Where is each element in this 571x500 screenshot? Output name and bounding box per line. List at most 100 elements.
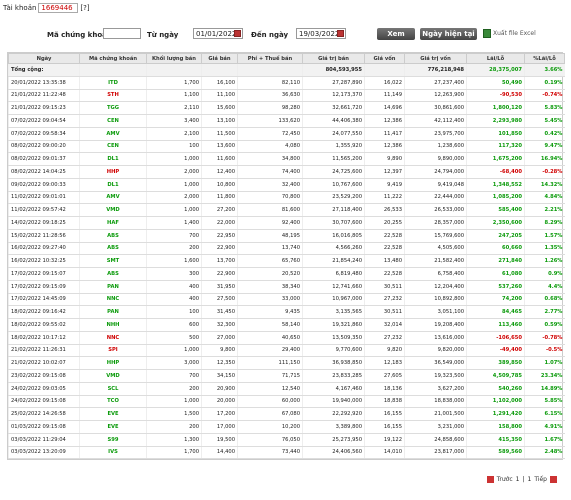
- cell-quantity: 3,000: [146, 356, 202, 370]
- cell-sell-price: 12,350: [201, 356, 238, 370]
- col-header: Lãi/Lỗ: [466, 53, 525, 64]
- cell-symbol[interactable]: ABS: [79, 267, 147, 281]
- cell-symbol[interactable]: NHH: [79, 318, 147, 332]
- cell-symbol[interactable]: IVS: [79, 446, 147, 460]
- next-page-link[interactable]: Tiếp: [534, 476, 547, 483]
- cell-symbol[interactable]: CEN: [79, 114, 147, 128]
- cell-symbol[interactable]: EVE: [79, 420, 147, 434]
- cell-profit-loss-pct: 8.29%: [524, 216, 565, 230]
- cell-profit-loss: 247,205: [466, 229, 525, 243]
- cell-sell-value: 16,016,805: [302, 229, 365, 243]
- cell-date: 15/02/2022 11:28:56: [8, 229, 80, 243]
- cell-symbol[interactable]: PAN: [79, 280, 147, 294]
- cell-symbol[interactable]: SMT: [79, 254, 147, 268]
- cell-symbol[interactable]: STH: [79, 89, 147, 103]
- cell-symbol[interactable]: S99: [79, 433, 147, 447]
- cell-profit-loss: 540,260: [466, 382, 525, 396]
- col-header: Mã chứng khoán: [79, 53, 147, 64]
- cell-sell-price: 20,900: [201, 382, 238, 396]
- cell-date: 18/02/2022 09:55:02: [8, 318, 80, 332]
- cell-date: 11/02/2022 09:01:01: [8, 191, 80, 205]
- prev-arrow-icon[interactable]: [486, 476, 494, 483]
- cell-symbol[interactable]: TGG: [79, 101, 147, 115]
- cell-sell-price: 34,150: [201, 369, 238, 383]
- from-date-value: 01/01/2022: [196, 30, 237, 38]
- from-date-input[interactable]: 01/01/2022: [193, 28, 243, 39]
- cell-sell-value: 32,661,720: [302, 101, 365, 115]
- cell-sell-value: 11,565,200: [302, 152, 365, 166]
- cell-fee-tax: 71,715: [237, 369, 303, 383]
- cell-sell-price: 22,000: [201, 216, 238, 230]
- cell-quantity: 500: [146, 331, 202, 345]
- cell-symbol[interactable]: DL1: [79, 178, 147, 192]
- cell-symbol[interactable]: VMD: [79, 369, 147, 383]
- cell-symbol[interactable]: VMD: [79, 203, 147, 217]
- cell-sell-value: 3,135,565: [302, 305, 365, 319]
- cell-profit-loss: 1,800,120: [466, 101, 525, 115]
- cell-fee-tax: 10,200: [237, 420, 303, 434]
- cell-symbol[interactable]: EVE: [79, 407, 147, 421]
- export-excel-link[interactable]: Xuất file Excel: [483, 29, 536, 38]
- cell-symbol[interactable]: AMV: [79, 191, 147, 205]
- cell-profit-loss: 585,400: [466, 203, 525, 217]
- cell-cost-price: 12,386: [364, 140, 405, 154]
- cell-symbol[interactable]: ABS: [79, 242, 147, 256]
- total-pl-pct: 3.66%: [524, 63, 565, 77]
- cell-cost-price: 32,014: [364, 318, 405, 332]
- cell-cost-value: 3,051,100: [404, 305, 467, 319]
- account-help-link[interactable]: [?]: [80, 4, 89, 12]
- cell-sell-value: 24,077,550: [302, 127, 365, 141]
- cell-symbol[interactable]: SPI: [79, 344, 147, 358]
- table-row: 16/02/2022 10:32:25 SMT 1,600 13,700 65,760 2…: [8, 254, 565, 268]
- cell-cost-price: 30,511: [364, 280, 405, 294]
- trade-history-table: Ngày Mã chứng khoán Khối lượng bán Giá b…: [7, 52, 565, 461]
- cell-sell-value: 27,287,890: [302, 76, 365, 90]
- account-number-field[interactable]: 1669446: [38, 3, 79, 13]
- cell-cost-value: 9,820,000: [404, 344, 467, 358]
- cell-profit-loss: 1,291,420: [466, 407, 525, 421]
- symbol-input[interactable]: [103, 28, 141, 39]
- view-button[interactable]: Xem: [377, 28, 415, 40]
- today-button[interactable]: Ngày hiện tại: [420, 28, 477, 40]
- cell-symbol[interactable]: HAF: [79, 216, 147, 230]
- to-date-input[interactable]: 19/03/2022: [296, 28, 346, 39]
- cell-date: 17/02/2022 09:15:07: [8, 267, 80, 281]
- cell-profit-loss: 50,490: [466, 76, 525, 90]
- prev-page-link[interactable]: Trước: [497, 476, 513, 483]
- cell-profit-loss: 74,200: [466, 293, 525, 307]
- col-header: Ngày: [8, 53, 80, 64]
- cell-quantity: 2,110: [146, 101, 202, 115]
- cell-quantity: 1,000: [146, 203, 202, 217]
- cell-fee-tax: 67,080: [237, 407, 303, 421]
- cell-sell-value: 9,770,600: [302, 344, 365, 358]
- cell-profit-loss: -106,650: [466, 331, 525, 345]
- cell-symbol[interactable]: SCL: [79, 382, 147, 396]
- cell-symbol[interactable]: ABS: [79, 229, 147, 243]
- cell-symbol[interactable]: ITD: [79, 76, 147, 90]
- table-row: 24/02/2022 09:03:05 SCL 200 20,900 12,540 4,1…: [8, 382, 565, 396]
- cell-fee-tax: 32,400: [237, 178, 303, 192]
- next-arrow-icon[interactable]: [550, 476, 557, 483]
- cell-cost-price: 26,533: [364, 203, 405, 217]
- cell-symbol[interactable]: HHP: [79, 165, 147, 179]
- cell-profit-loss: 1,102,000: [466, 395, 525, 409]
- cell-cost-price: 22,528: [364, 229, 405, 243]
- table-row: 18/02/2022 09:16:42 PAN 100 31,450 9,435 3,13…: [8, 305, 565, 319]
- calendar-icon[interactable]: [234, 30, 241, 37]
- cell-symbol[interactable]: DL1: [79, 152, 147, 166]
- cell-symbol[interactable]: CEN: [79, 140, 147, 154]
- table-row: 21/01/2022 11:22:48 STH 1,100 11,100 36,630 1…: [8, 89, 565, 103]
- cell-symbol[interactable]: TCO: [79, 395, 147, 409]
- cell-symbol[interactable]: NNC: [79, 293, 147, 307]
- cell-symbol[interactable]: PAN: [79, 305, 147, 319]
- cell-symbol[interactable]: HHP: [79, 356, 147, 370]
- cell-symbol[interactable]: NNC: [79, 331, 147, 345]
- cell-fee-tax: 73,440: [237, 446, 303, 460]
- cell-cost-price: 18,136: [364, 382, 405, 396]
- cell-profit-loss: 2,293,980: [466, 114, 525, 128]
- table-row: 11/02/2022 09:57:42 VMD 1,000 27,200 81,600 2…: [8, 203, 565, 217]
- calendar-icon[interactable]: [337, 30, 344, 37]
- cell-symbol[interactable]: AMV: [79, 127, 147, 141]
- current-page: 1: [515, 476, 520, 483]
- cell-date: 21/02/2022 10:02:07: [8, 356, 80, 370]
